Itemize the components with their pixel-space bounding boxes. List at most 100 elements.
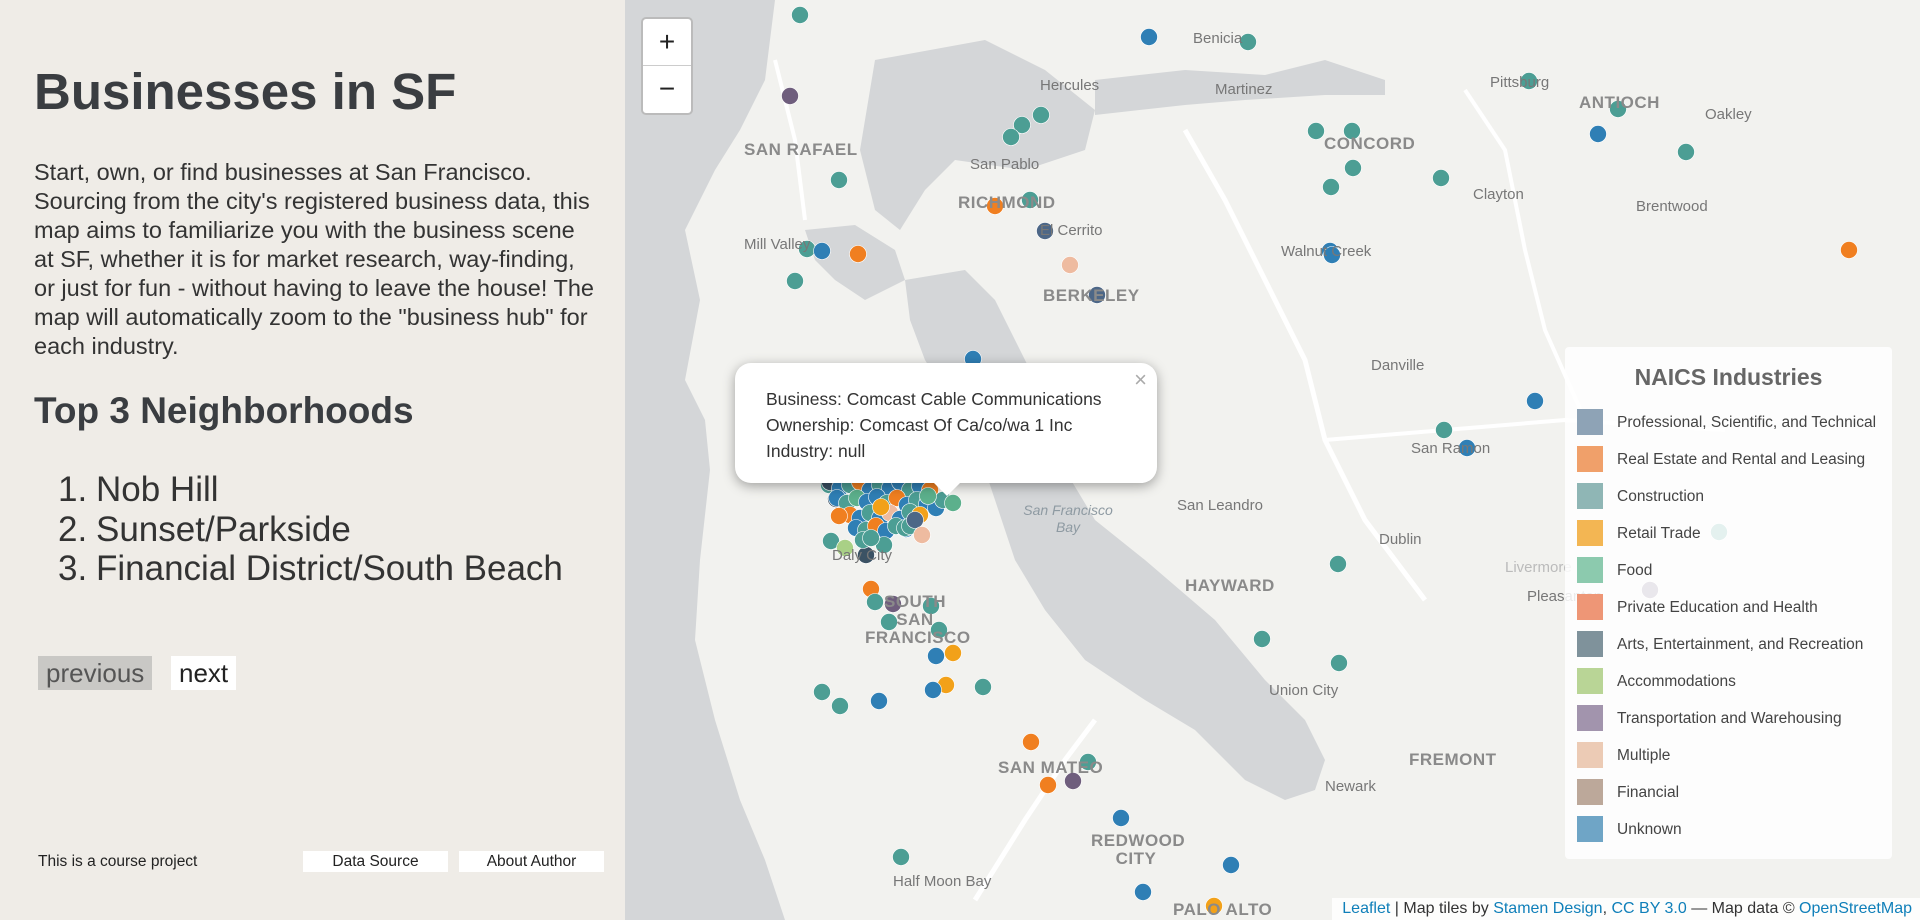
neighborhoods-list: 1. Nob Hill 2. Sunset/Parkside 3. Financial… (58, 470, 563, 589)
business-marker[interactable] (944, 644, 962, 662)
zoom-control: + − (641, 17, 693, 115)
business-marker[interactable] (1002, 128, 1020, 146)
business-marker[interactable] (1134, 883, 1152, 901)
business-marker[interactable] (1039, 776, 1057, 794)
list-number: 1. (58, 470, 88, 509)
business-marker[interactable] (1022, 733, 1040, 751)
business-marker[interactable] (924, 681, 942, 699)
place-label: San Pablo (970, 156, 1040, 173)
place-label: HAYWARD (1185, 576, 1275, 595)
place-label: Walnut Creek (1281, 243, 1372, 260)
map-view[interactable]: Benicia Hercules Martinez Pittsburg ANTI… (625, 0, 1920, 920)
about-author-button[interactable]: About Author (459, 851, 604, 872)
business-marker[interactable] (1253, 630, 1271, 648)
legend-label: Multiple (1617, 747, 1671, 764)
previous-button[interactable]: previous (38, 656, 153, 690)
business-marker[interactable] (1112, 809, 1130, 827)
leaflet-link[interactable]: Leaflet (1342, 900, 1390, 917)
data-source-button[interactable]: Data Source (303, 851, 448, 872)
place-label: Half Moon Bay (893, 873, 992, 890)
business-marker[interactable] (1840, 241, 1858, 259)
business-marker[interactable] (1032, 106, 1050, 124)
place-label: Union City (1269, 682, 1339, 699)
business-marker[interactable] (791, 6, 809, 24)
business-marker[interactable] (831, 697, 849, 715)
close-icon[interactable]: × (1134, 367, 1147, 393)
legend-label: Construction (1617, 488, 1705, 505)
business-marker[interactable] (1344, 159, 1362, 177)
business-marker[interactable] (1330, 654, 1348, 672)
business-marker[interactable] (1432, 169, 1450, 187)
business-marker[interactable] (1329, 555, 1347, 573)
legend-title: NAICS Industries (1634, 364, 1823, 390)
business-marker[interactable] (830, 171, 848, 189)
sidebar: Businesses in SF Start, own, or find bus… (0, 0, 625, 920)
business-marker[interactable] (1307, 122, 1325, 140)
legend-swatch (1577, 409, 1603, 435)
business-marker[interactable] (781, 87, 799, 105)
legend-swatch (1577, 557, 1603, 583)
business-marker[interactable] (927, 647, 945, 665)
business-marker[interactable] (1435, 421, 1453, 439)
license-link[interactable]: CC BY 3.0 (1611, 900, 1686, 917)
business-marker[interactable] (892, 848, 910, 866)
business-marker[interactable] (1526, 392, 1544, 410)
business-marker[interactable] (849, 245, 867, 263)
zoom-out-button[interactable]: − (643, 66, 691, 112)
place-label: Brentwood (1636, 198, 1708, 215)
place-label: BERKELEY (1043, 286, 1140, 305)
business-marker[interactable] (944, 494, 962, 512)
legend-swatch (1577, 483, 1603, 509)
business-marker[interactable] (870, 692, 888, 710)
place-label: El Cerrito (1040, 222, 1103, 239)
place-label: Benicia (1193, 30, 1243, 47)
zoom-in-button[interactable]: + (643, 19, 691, 66)
legend-swatch (1577, 779, 1603, 805)
legend-label: Arts, Entertainment, and Recreation (1617, 636, 1864, 653)
business-popup: × Business: Comcast Cable Communications… (735, 363, 1157, 496)
business-marker[interactable] (813, 242, 831, 260)
business-marker[interactable] (830, 507, 848, 525)
legend-swatch (1577, 742, 1603, 768)
place-label: Hercules (1040, 77, 1100, 94)
business-marker[interactable] (786, 272, 804, 290)
business-marker[interactable] (1140, 28, 1158, 46)
legend: NAICS Industries Professional, Scientifi… (1565, 347, 1892, 859)
neighborhood-name: Sunset/Parkside (96, 509, 351, 549)
place-label: FREMONT (1409, 750, 1497, 769)
page-title: Businesses in SF (34, 63, 457, 120)
place-label: Martinez (1215, 81, 1273, 98)
stamen-link[interactable]: Stamen Design (1493, 900, 1602, 917)
business-marker[interactable] (974, 678, 992, 696)
business-marker[interactable] (913, 526, 931, 544)
place-label: Oakley (1705, 106, 1752, 123)
popup-tip (933, 482, 961, 496)
list-item: 1. Nob Hill (58, 470, 563, 510)
legend-swatch (1577, 631, 1603, 657)
legend-label: Financial (1617, 784, 1680, 801)
place-label: San Francisco Bay (1023, 502, 1113, 535)
business-marker[interactable] (1061, 256, 1079, 274)
place-label: Newark (1325, 778, 1376, 795)
list-item: 3. Financial District/South Beach (58, 549, 563, 589)
legend-label: Food (1617, 562, 1653, 579)
attribution-text: | Map tiles by (1390, 900, 1494, 917)
legend-swatch (1577, 816, 1603, 842)
map-attribution: Leaflet | Map tiles by Stamen Design, CC… (1332, 898, 1920, 920)
business-marker[interactable] (813, 683, 831, 701)
next-button[interactable]: next (171, 656, 237, 690)
business-marker[interactable] (906, 511, 924, 529)
business-marker[interactable] (1322, 178, 1340, 196)
place-label: San Ramon (1411, 440, 1491, 457)
osm-link[interactable]: OpenStreetMap (1799, 900, 1912, 917)
business-marker[interactable] (862, 529, 880, 547)
business-marker[interactable] (872, 498, 890, 516)
business-marker[interactable] (1222, 856, 1240, 874)
business-marker[interactable] (1589, 125, 1607, 143)
place-label: Danville (1371, 357, 1425, 374)
place-label: RICHMOND (958, 193, 1056, 212)
business-marker[interactable] (1677, 143, 1695, 161)
neighborhood-name: Nob Hill (96, 470, 219, 509)
place-label: Clayton (1473, 186, 1524, 203)
popup-content: Business: Comcast Cable Communications O… (766, 386, 1102, 464)
